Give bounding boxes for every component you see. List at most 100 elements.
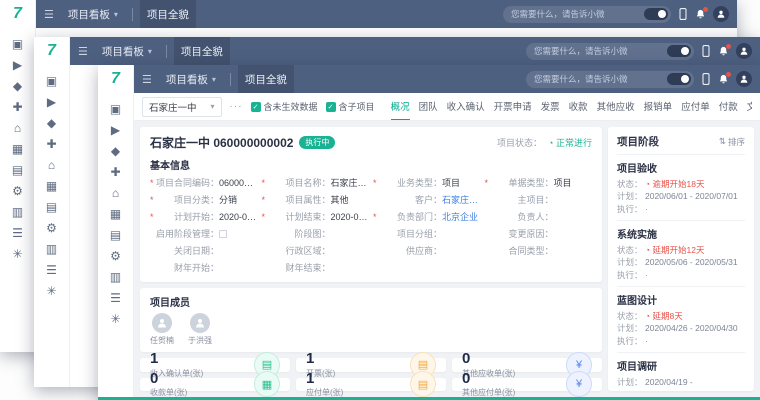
sidebar-home-icon[interactable]: ⌂ bbox=[14, 122, 21, 134]
sidebar-misc-icon[interactable]: ✳ bbox=[110, 313, 120, 325]
stage-item-research[interactable]: 项目调研 计划：2020/04/19 - bbox=[617, 353, 745, 391]
sidebar-assets-icon[interactable]: ◆ bbox=[13, 80, 22, 92]
sidebar-apps-grid-icon[interactable]: ▦ bbox=[110, 208, 121, 220]
sidebar-gear-icon[interactable]: ⚙ bbox=[46, 222, 57, 234]
assistant-toggle[interactable] bbox=[667, 45, 691, 57]
checkbox-include-subprojects[interactable]: ✓含子项目 bbox=[326, 100, 375, 113]
top-bar: ☰ 项目看板▾ 项目全貌 bbox=[36, 0, 737, 28]
customer-link[interactable]: 石家庄客户 bbox=[442, 193, 481, 206]
sidebar-documents-icon[interactable]: ▤ bbox=[46, 201, 57, 213]
sidebar-misc-icon[interactable]: ✳ bbox=[12, 248, 22, 260]
stat-value: 0 bbox=[462, 371, 515, 388]
sidebar-folder-icon[interactable]: ▣ bbox=[110, 103, 121, 115]
assistant-search[interactable] bbox=[503, 6, 671, 23]
menu-icon[interactable]: ☰ bbox=[142, 73, 152, 86]
tab-project-overview[interactable]: 项目全貌 bbox=[238, 65, 294, 93]
project-select[interactable]: 石家庄一中▾ bbox=[142, 97, 222, 117]
sidebar-home-icon[interactable]: ⌂ bbox=[112, 187, 119, 199]
sidebar-reports-icon[interactable]: ▥ bbox=[110, 271, 121, 283]
sidebar-gear-icon[interactable]: ⚙ bbox=[12, 185, 23, 197]
board-menu[interactable]: 项目看板▾ bbox=[159, 65, 223, 93]
member-item[interactable]: 任贺楠 bbox=[150, 313, 174, 346]
sidebar-documents-icon[interactable]: ▤ bbox=[12, 164, 23, 176]
stage-item-blueprint[interactable]: 蓝图设计 状态：◔ 延期8天 计划：2020/04/26 - 2020/04/3… bbox=[617, 287, 745, 353]
menu-icon[interactable]: ☰ bbox=[78, 45, 88, 58]
mobile-icon[interactable] bbox=[678, 8, 688, 20]
status-badge: 执行中 bbox=[299, 136, 335, 149]
tab-docs[interactable]: 文档 bbox=[747, 93, 752, 121]
search-input[interactable] bbox=[534, 74, 662, 84]
sidebar-apps-grid-icon[interactable]: ▦ bbox=[46, 180, 57, 192]
section-title-members: 项目成员 bbox=[150, 294, 592, 309]
tab-receipt[interactable]: 收款 bbox=[569, 93, 588, 121]
search-input[interactable] bbox=[511, 9, 639, 19]
sidebar-list-icon[interactable]: ☰ bbox=[12, 227, 23, 239]
dept-link[interactable]: 北京企业 bbox=[442, 210, 478, 223]
notifications-bell-icon[interactable] bbox=[718, 74, 729, 85]
tab-invoice-apply[interactable]: 开票申请 bbox=[494, 93, 532, 121]
sidebar-apps-grid-icon[interactable]: ▦ bbox=[12, 143, 23, 155]
mobile-icon[interactable] bbox=[701, 45, 711, 57]
chevron-down-icon: ▾ bbox=[148, 47, 152, 56]
sidebar-home-icon[interactable]: ⌂ bbox=[48, 159, 55, 171]
user-avatar[interactable] bbox=[713, 6, 729, 22]
user-avatar[interactable] bbox=[736, 43, 752, 59]
tab-team[interactable]: 团队 bbox=[419, 93, 438, 121]
more-options-icon[interactable]: ··· bbox=[230, 101, 243, 112]
search-input[interactable] bbox=[534, 46, 662, 56]
stat-card-invoicing[interactable]: 1开票(张) ▤ bbox=[296, 358, 446, 372]
sidebar-gear-icon[interactable]: ⚙ bbox=[110, 250, 121, 262]
tab-reimburse[interactable]: 报销单 bbox=[644, 93, 673, 121]
assistant-search[interactable] bbox=[526, 43, 694, 60]
tab-other-receivable[interactable]: 其他应收 bbox=[597, 93, 635, 121]
tab-revenue-confirm[interactable]: 收入确认 bbox=[447, 93, 485, 121]
stage-mgmt-checkbox[interactable] bbox=[219, 230, 227, 238]
tab-project-overview[interactable]: 项目全貌 bbox=[140, 0, 196, 28]
stat-card-payable[interactable]: 1应付单(张) ▤ bbox=[296, 378, 446, 392]
stage-item-acceptance[interactable]: 项目验收 状态：◔ 逾期开始18天 计划：2020/06/01 - 2020/0… bbox=[617, 155, 745, 221]
sidebar-media-icon[interactable]: ▶ bbox=[47, 96, 56, 108]
menu-icon[interactable]: ☰ bbox=[44, 8, 54, 21]
stat-card-other-receivable[interactable]: 0其他应收单(张) ¥ bbox=[452, 358, 602, 372]
tab-project-overview[interactable]: 项目全貌 bbox=[174, 37, 230, 65]
divider bbox=[166, 45, 167, 58]
project-stages-panel: 项目阶段 ⇅排序 项目验收 状态：◔ 逾期开始18天 计划：2020/06/01… bbox=[608, 127, 754, 391]
page-content: 石家庄一中 060000000002 执行中 项目状态： ◔ 正常进行 基本信息… bbox=[134, 121, 760, 397]
checkbox-include-inactive[interactable]: ✓含未生效数据 bbox=[251, 100, 318, 113]
notification-dot bbox=[726, 44, 731, 49]
user-avatar[interactable] bbox=[736, 71, 752, 87]
notifications-bell-icon[interactable] bbox=[695, 9, 706, 20]
sort-button[interactable]: ⇅排序 bbox=[719, 136, 745, 148]
notifications-bell-icon[interactable] bbox=[718, 46, 729, 57]
board-menu[interactable]: 项目看板▾ bbox=[95, 37, 159, 65]
sidebar-list-icon[interactable]: ☰ bbox=[110, 292, 121, 304]
tab-invoice[interactable]: 发票 bbox=[541, 93, 560, 121]
board-menu[interactable]: 项目看板▾ bbox=[61, 0, 125, 28]
mobile-icon[interactable] bbox=[701, 73, 711, 85]
tab-payable[interactable]: 应付单 bbox=[681, 93, 710, 121]
assistant-search[interactable] bbox=[526, 71, 694, 88]
tab-payment[interactable]: 付款 bbox=[719, 93, 738, 121]
assistant-toggle[interactable] bbox=[644, 8, 668, 20]
sidebar-assets-icon[interactable]: ◆ bbox=[47, 117, 56, 129]
sidebar-misc-icon[interactable]: ✳ bbox=[46, 285, 56, 297]
sidebar-folder-icon[interactable]: ▣ bbox=[46, 75, 57, 87]
sidebar-folder-icon[interactable]: ▣ bbox=[12, 38, 23, 50]
sidebar-reports-icon[interactable]: ▥ bbox=[46, 243, 57, 255]
sidebar-media-icon[interactable]: ▶ bbox=[111, 124, 120, 136]
sidebar-assets-icon[interactable]: ◆ bbox=[111, 145, 120, 157]
sidebar-plus-icon[interactable]: ✚ bbox=[12, 101, 22, 113]
stat-card-revenue-confirm[interactable]: 1收入确认单(张) ▤ bbox=[140, 358, 290, 372]
tab-overview[interactable]: 概况 bbox=[391, 93, 410, 121]
assistant-toggle[interactable] bbox=[667, 73, 691, 85]
member-item[interactable]: 于洪强 bbox=[188, 313, 212, 346]
sidebar-media-icon[interactable]: ▶ bbox=[13, 59, 22, 71]
sidebar-documents-icon[interactable]: ▤ bbox=[110, 229, 121, 241]
sidebar-plus-icon[interactable]: ✚ bbox=[46, 138, 56, 150]
sidebar-reports-icon[interactable]: ▥ bbox=[12, 206, 23, 218]
sidebar-list-icon[interactable]: ☰ bbox=[46, 264, 57, 276]
stat-card-other-payable[interactable]: 0其他应付单(张) ¥ bbox=[452, 378, 602, 392]
stat-card-receipt[interactable]: 0收款单(张) ▦ bbox=[140, 378, 290, 392]
sidebar-plus-icon[interactable]: ✚ bbox=[110, 166, 120, 178]
stage-item-implementation[interactable]: 系统实施 状态：◔ 延期开始12天 计划：2020/05/06 - 2020/0… bbox=[617, 221, 745, 287]
